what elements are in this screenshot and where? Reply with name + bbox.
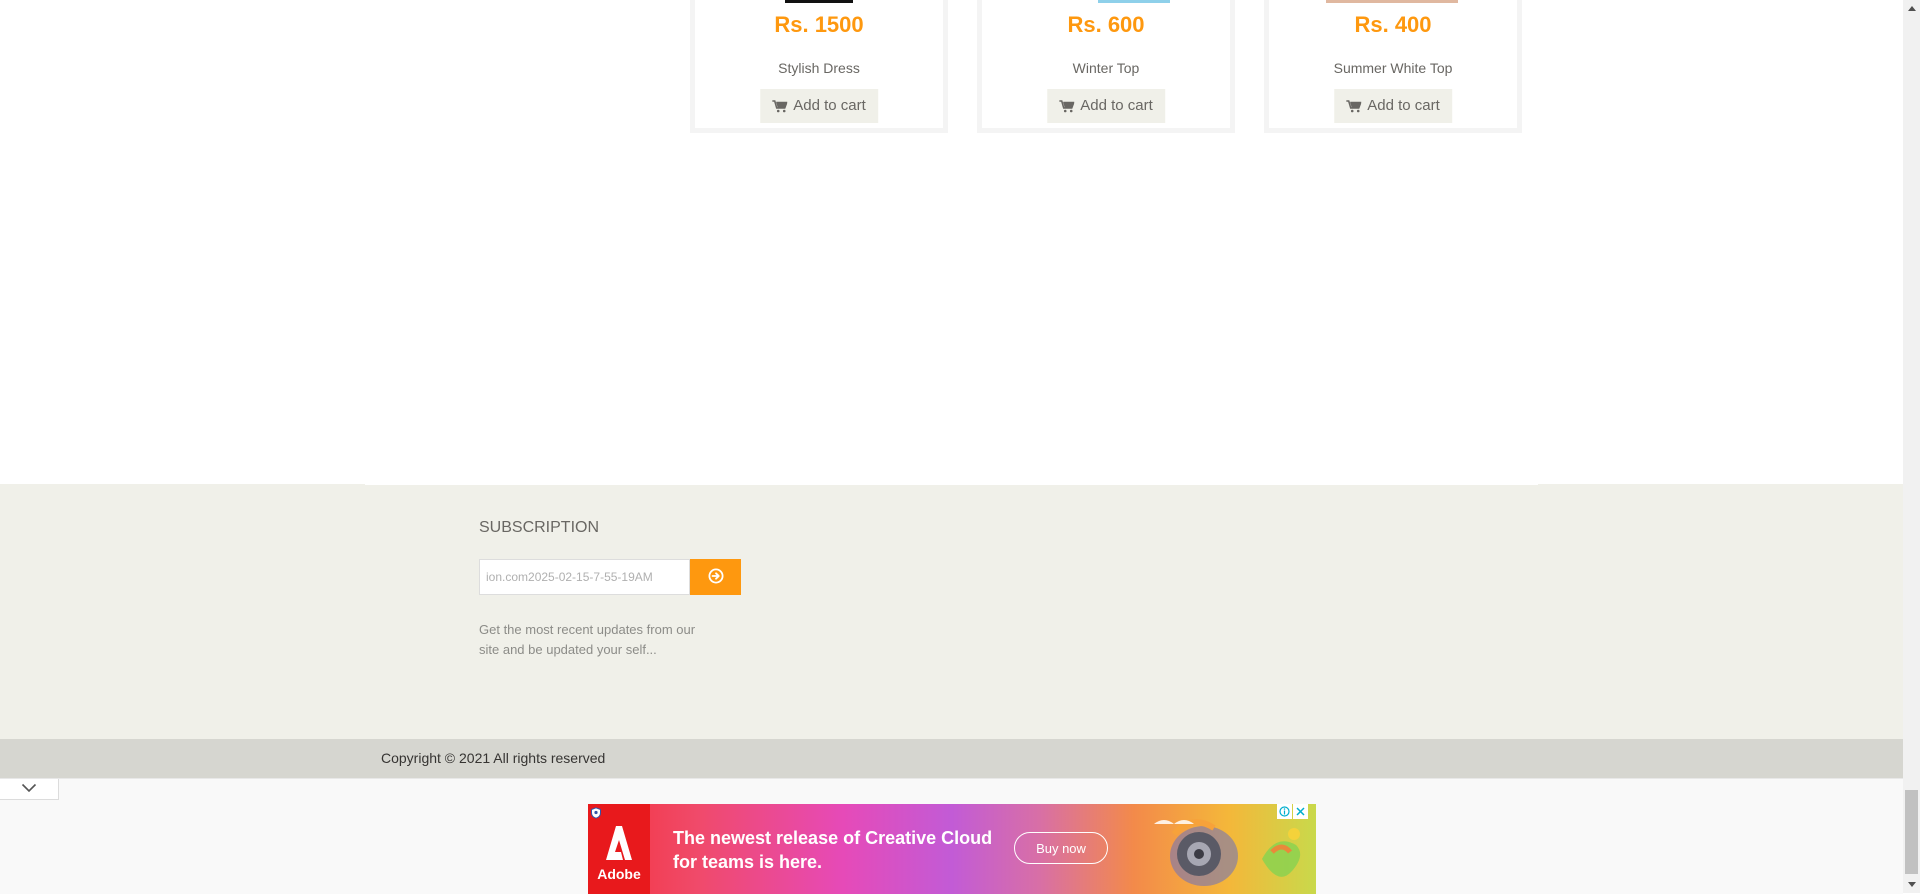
ad-strip: Adobe The newest release of Creative Clo… [0,778,1903,894]
add-to-cart-label: Add to cart [1367,97,1440,114]
add-to-cart-label: Add to cart [793,97,866,114]
vertical-scrollbar[interactable] [1903,0,1920,893]
footer-widget: SUBSCRIPTION ion.com2025-02-15-7-55-19AM… [0,484,1903,739]
scrollbar-thumb[interactable] [1905,790,1918,874]
add-to-cart-label: Add to cart [1080,97,1153,114]
subscription-description: Get the most recent updates from our sit… [479,622,696,657]
add-to-cart-button[interactable]: Add to cart [1047,89,1165,123]
ad-buy-now-button[interactable]: Buy now [1014,832,1108,864]
subscription-email-input[interactable]: ion.com2025-02-15-7-55-19AM [479,559,690,595]
product-name: Summer White Top [1333,60,1453,76]
ad-choices-icon[interactable] [1277,804,1292,819]
scroll-up-arrow-icon[interactable] [1903,0,1920,17]
product-image [785,0,853,3]
ad-collapse-toggle[interactable] [0,779,59,800]
ad-banner[interactable]: Adobe The newest release of Creative Clo… [588,804,1316,894]
scroll-down-arrow-icon[interactable] [1903,876,1920,893]
footer-bottom: Copyright © 2021 All rights reserved [0,739,1903,778]
add-to-cart-button[interactable]: Add to cart [1334,89,1452,123]
arrow-circle-right-icon [708,568,724,587]
subscription-title: SUBSCRIPTION [479,519,600,536]
shopping-cart-icon [1059,99,1075,113]
product-name: Stylish Dress [778,60,860,76]
adobe-logo-icon [606,826,632,860]
product-image [1326,0,1458,3]
add-to-cart-button[interactable]: Add to cart [760,89,878,123]
subscribe-button[interactable] [690,559,741,595]
copyright-text: Copyright © 2021 All rights reserved [381,750,606,766]
product-card: Rs. 400 Summer White Top Add to cart [1264,0,1522,133]
ad-brand-label: Adobe [597,866,641,882]
chevron-down-icon [21,780,37,798]
shield-icon [590,806,602,824]
product-name: Winter Top [1072,60,1140,76]
footer-divider [365,484,1538,485]
product-card: Rs. 1500 Stylish Dress Add to cart [690,0,948,133]
ad-headline: The newest release of Creative Cloud for… [673,828,993,872]
product-card: Rs. 600 Winter Top Add to cart [977,0,1235,133]
product-price: Rs. 400 [1354,12,1432,37]
page: Rs. 1500 Stylish Dress Add to cart Rs. 6… [0,0,1903,894]
product-image [1098,0,1170,3]
shopping-cart-icon [1346,99,1362,113]
product-price: Rs. 600 [1067,12,1145,37]
shopping-cart-icon [772,99,788,113]
product-price: Rs. 1500 [774,12,864,37]
close-icon[interactable] [1293,804,1308,819]
